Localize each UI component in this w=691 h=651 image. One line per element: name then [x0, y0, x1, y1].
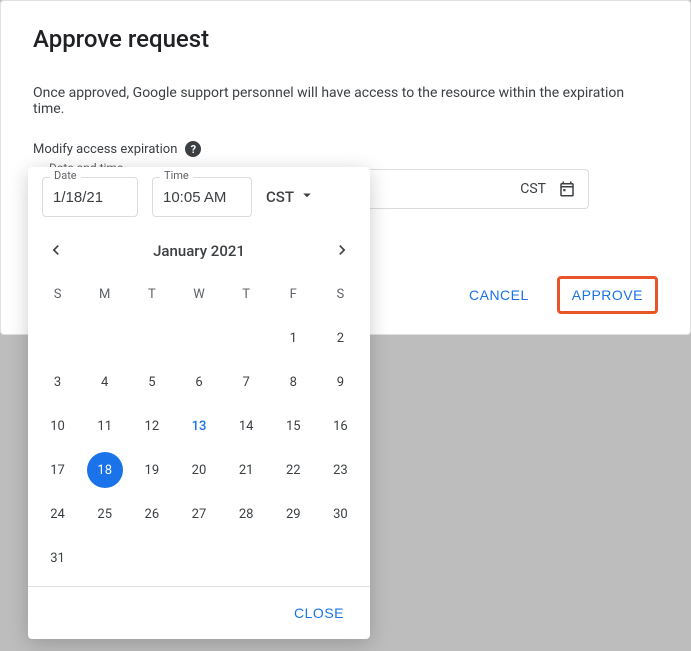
calendar-day[interactable]: 7 [223, 364, 270, 400]
calendar-day[interactable]: 23 [317, 452, 364, 488]
calendar-day [175, 320, 222, 356]
calendar-day[interactable]: 19 [128, 452, 175, 488]
timezone-value: CST [266, 188, 294, 206]
picker-month-nav: January 2021 [28, 217, 370, 273]
chevron-left-icon [46, 240, 66, 263]
day-of-week-header: T [128, 281, 175, 312]
day-of-week-header: W [175, 281, 222, 312]
help-icon[interactable]: ? [185, 141, 201, 157]
timezone-select[interactable]: CST [266, 177, 316, 217]
calendar-day[interactable]: 21 [223, 452, 270, 488]
picker-inputs-row: Date Time CST [28, 167, 370, 217]
calendar-day[interactable]: 27 [175, 496, 222, 532]
calendar-day[interactable]: 18 [81, 452, 128, 488]
calendar-day[interactable]: 15 [270, 408, 317, 444]
next-month-button[interactable] [324, 233, 360, 269]
date-field: Date [42, 177, 138, 217]
calendar-day[interactable]: 24 [34, 496, 81, 532]
time-input[interactable] [152, 177, 252, 217]
chevron-down-icon [298, 186, 316, 208]
close-button[interactable]: CLOSE [282, 597, 356, 629]
calendar-day[interactable]: 17 [34, 452, 81, 488]
dialog-title: Approve request [33, 25, 658, 53]
date-input[interactable] [42, 177, 138, 217]
calendar-icon[interactable] [558, 180, 576, 198]
calendar-day[interactable]: 13 [175, 408, 222, 444]
calendar-day[interactable]: 30 [317, 496, 364, 532]
calendar-day[interactable]: 26 [128, 496, 175, 532]
day-of-week-header: M [81, 281, 128, 312]
calendar-day [81, 540, 128, 576]
calendar-day [175, 540, 222, 576]
time-field: Time [152, 177, 252, 217]
approve-button[interactable]: APPROVE [560, 279, 655, 311]
approve-highlight: APPROVE [557, 276, 658, 314]
day-of-week-header: S [34, 281, 81, 312]
month-label: January 2021 [153, 242, 245, 260]
calendar-day[interactable]: 9 [317, 364, 364, 400]
calendar-day[interactable]: 8 [270, 364, 317, 400]
day-of-week-header: S [317, 281, 364, 312]
calendar-day[interactable]: 10 [34, 408, 81, 444]
calendar-day[interactable]: 25 [81, 496, 128, 532]
calendar-day[interactable]: 6 [175, 364, 222, 400]
calendar-day [270, 540, 317, 576]
calendar-day [223, 320, 270, 356]
prev-month-button[interactable] [38, 233, 74, 269]
calendar-day [128, 320, 175, 356]
calendar-day[interactable]: 28 [223, 496, 270, 532]
calendar-day[interactable]: 20 [175, 452, 222, 488]
calendar-grid: SMTWTFS123456789101112131415161718192021… [28, 273, 370, 586]
day-of-week-header: T [223, 281, 270, 312]
chevron-right-icon [332, 240, 352, 263]
calendar-day [128, 540, 175, 576]
calendar-day[interactable]: 29 [270, 496, 317, 532]
calendar-day[interactable]: 14 [223, 408, 270, 444]
calendar-day[interactable]: 5 [128, 364, 175, 400]
dialog-description: Once approved, Google support personnel … [33, 85, 658, 117]
calendar-day [223, 540, 270, 576]
calendar-day[interactable]: 16 [317, 408, 364, 444]
time-field-label: Time [160, 169, 193, 182]
picker-footer: CLOSE [28, 586, 370, 639]
calendar-day [317, 540, 364, 576]
dialog-actions: CANCEL APPROVE [457, 276, 658, 314]
calendar-day[interactable]: 31 [34, 540, 81, 576]
date-picker-popover: Date Time CST January 2021 SMTWTFS123456… [28, 167, 370, 639]
day-of-week-header: F [270, 281, 317, 312]
calendar-day[interactable]: 11 [81, 408, 128, 444]
cancel-button[interactable]: CANCEL [457, 279, 541, 311]
calendar-day[interactable]: 3 [34, 364, 81, 400]
calendar-day[interactable]: 2 [317, 320, 364, 356]
modify-expiration-row: Modify access expiration ? [33, 141, 658, 157]
calendar-day[interactable]: 12 [128, 408, 175, 444]
calendar-day[interactable]: 4 [81, 364, 128, 400]
calendar-day [81, 320, 128, 356]
calendar-day[interactable]: 1 [270, 320, 317, 356]
calendar-day [34, 320, 81, 356]
modify-expiration-label: Modify access expiration [33, 142, 177, 157]
date-field-label: Date [50, 169, 81, 182]
timezone-label: CST [520, 181, 546, 197]
calendar-day[interactable]: 22 [270, 452, 317, 488]
